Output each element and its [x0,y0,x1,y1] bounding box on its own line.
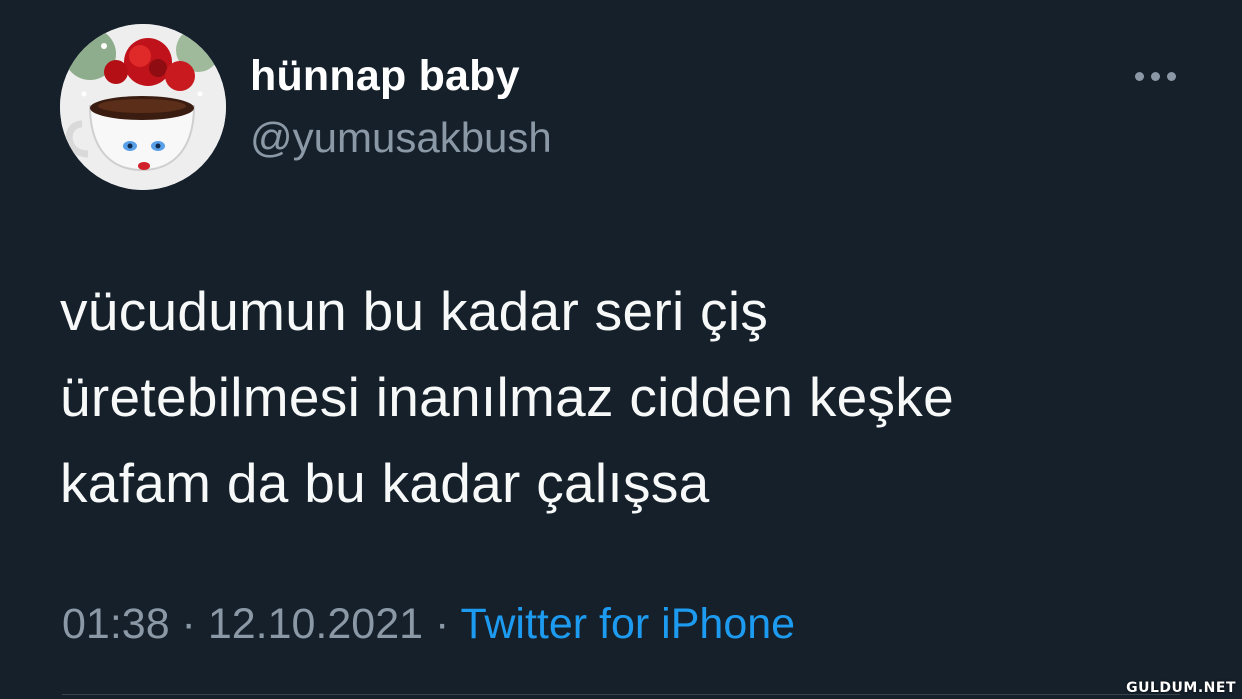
tweet-text-line: kafam da bu kadar çalışsa [60,452,710,514]
tweet-date[interactable]: 12.10.2021 [208,600,423,648]
author-display-name[interactable]: hünnap baby [250,52,520,101]
tweet-text: vücudumun bu kadar seri çiş üretebilmesi… [60,268,1200,526]
watermark: GULDUM.NET [1126,680,1236,696]
divider [62,694,1180,695]
tweet-time[interactable]: 01:38 [62,600,170,648]
tweet-metadata: 01:38 · 12.10.2021 · Twitter for iPhone [62,600,795,649]
more-horizontal-icon [1134,71,1144,81]
tweet-source-link[interactable]: Twitter for iPhone [460,600,795,648]
author-handle[interactable]: @yumusakbush [250,114,552,162]
avatar[interactable] [60,24,226,190]
tweet-text-line: vücudumun bu kadar seri çiş [60,280,769,342]
more-horizontal-icon [1150,71,1160,81]
tweet-text-line: üretebilmesi inanılmaz cidden keşke [60,366,954,428]
more-options-button[interactable] [1126,58,1184,94]
meta-separator: · [169,600,208,648]
coffee-cup-roses-avatar-icon [60,24,226,190]
meta-separator: · [423,600,461,648]
more-horizontal-icon [1166,71,1176,81]
